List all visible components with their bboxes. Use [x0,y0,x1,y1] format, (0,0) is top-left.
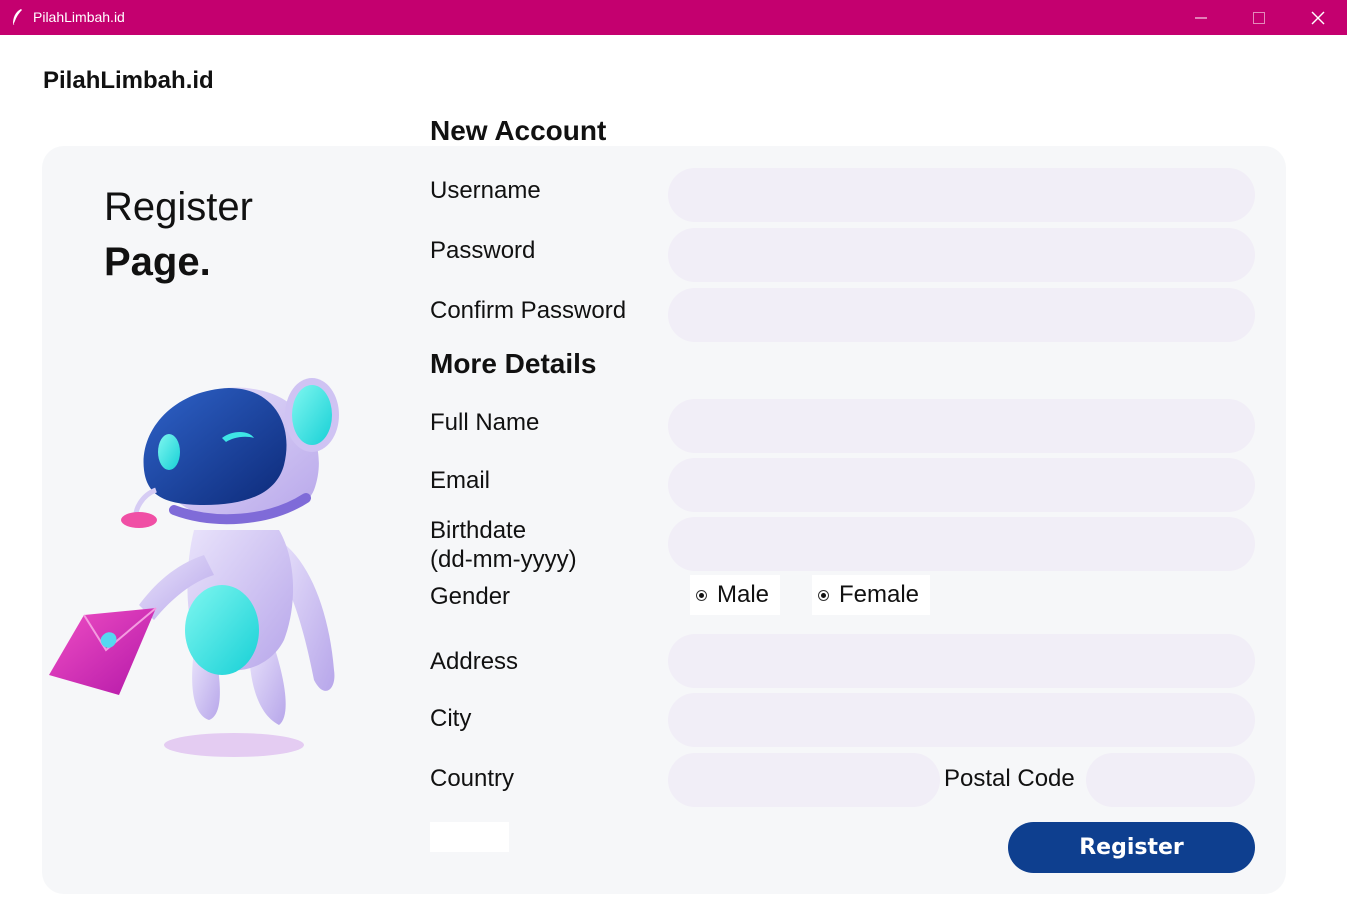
birthdate-input[interactable] [668,517,1255,571]
username-input[interactable] [668,168,1255,222]
gender-radio-male[interactable]: Male [690,575,780,615]
hero-heading-line2: Page. [104,240,211,284]
password-label: Password [430,237,536,264]
full-name-label: Full Name [430,409,540,436]
address-input[interactable] [668,634,1255,688]
full-name-input[interactable] [668,399,1255,453]
country-input[interactable] [668,753,940,807]
birthdate-label-line1: Birthdate [430,517,527,544]
city-label: City [430,705,472,732]
address-label: Address [430,648,519,675]
hero-heading-line1: Register [104,185,253,229]
close-button[interactable] [1289,0,1347,35]
window-title-bar: PilahLimbah.id [0,0,1347,35]
gender-option-male: Male [717,581,770,608]
password-input[interactable] [668,228,1255,282]
gender-label: Gender [430,583,511,610]
birthdate-label: Birthdate (dd-mm-yyyy) [430,516,577,574]
country-label: Country [430,765,515,792]
minimize-icon [1195,17,1207,18]
window-title: PilahLimbah.id [33,9,125,25]
birthdate-label-line2: (dd-mm-yyyy) [430,546,577,573]
confirm-password-label: Confirm Password [430,297,627,324]
maximize-icon [1253,11,1265,24]
radio-selected-icon [818,589,829,601]
email-label: Email [430,467,491,494]
postal-code-label: Postal Code [944,765,1075,792]
username-label: Username [430,177,541,204]
postal-code-input[interactable] [1086,753,1255,807]
gender-radio-female[interactable]: Female [812,575,930,615]
minimize-button[interactable] [1172,0,1230,35]
brand-title: PilahLimbah.id [43,67,214,94]
section-more-details: More Details [430,348,597,379]
email-input[interactable] [668,458,1255,512]
register-button[interactable]: Register [1008,822,1255,873]
section-new-account: New Account [430,115,607,146]
close-icon [1311,11,1325,24]
gender-option-female: Female [839,581,920,608]
feather-icon [13,9,22,25]
confirm-password-input[interactable] [668,288,1255,342]
radio-selected-icon [696,589,707,601]
maximize-button[interactable] [1230,0,1288,35]
status-message-area [430,822,509,852]
robot-illustration [49,378,339,757]
city-input[interactable] [668,693,1255,747]
